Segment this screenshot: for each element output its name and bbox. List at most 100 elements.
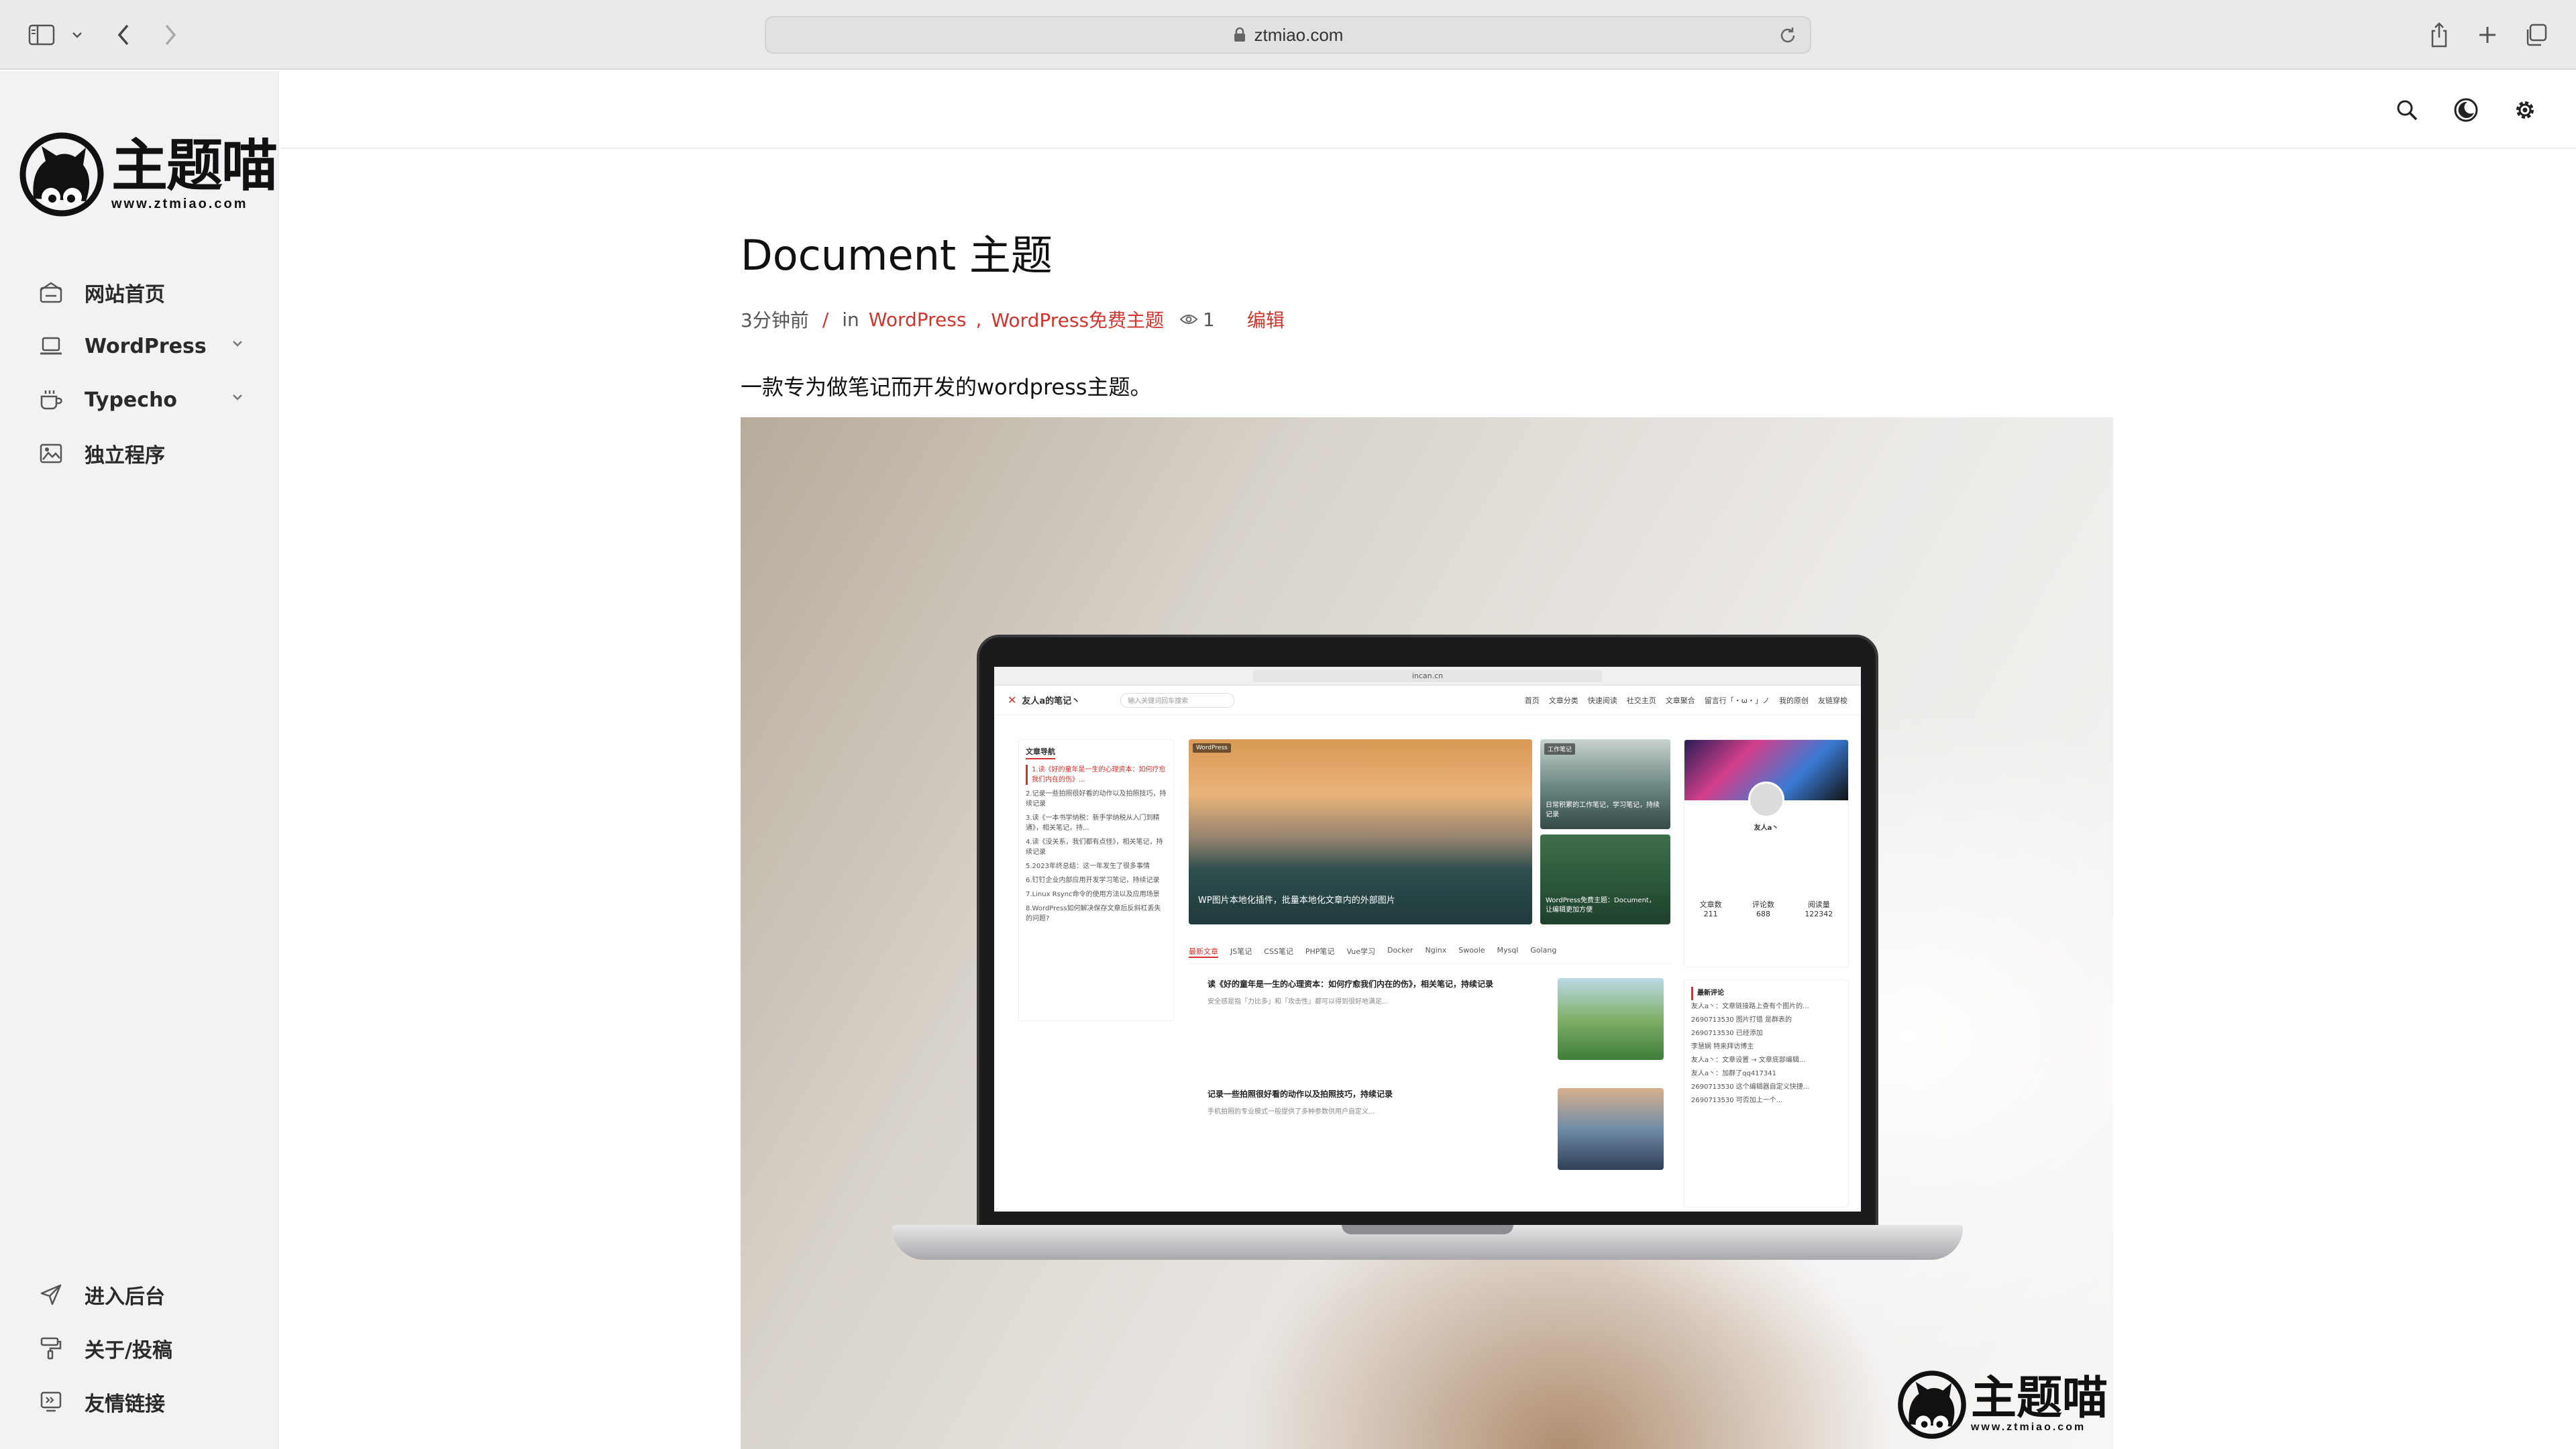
mini-tab: Nginx	[1425, 946, 1447, 955]
article-meta: 3分钟前 / in WordPress , WordPress免费主题 1 编辑	[741, 306, 2116, 333]
featured-image: incan.cn ✕ 友人a的笔记丶 输入关键词回车搜索 首页 文章分类 快速阅…	[741, 417, 2113, 1449]
category-separator: ,	[975, 308, 982, 331]
search-icon[interactable]	[2391, 94, 2423, 126]
back-icon[interactable]	[109, 17, 138, 52]
mini-feature-tag: WordPress	[1193, 743, 1231, 753]
laptop-base	[892, 1225, 1963, 1260]
mini-menu-item: 首页	[1524, 696, 1540, 705]
sidebar-item-standalone[interactable]: 独立程序	[0, 427, 279, 480]
mini-brand: ✕ 友人a的笔记丶	[1008, 694, 1080, 706]
browser-toolbar: ztmiao.com	[0, 0, 2576, 70]
site-logo[interactable]: 主题喵 www.ztmiao.com	[19, 131, 278, 217]
mini-stat-label: 评论数	[1752, 900, 1774, 909]
dark-mode-icon[interactable]	[2450, 94, 2482, 126]
laptop-screen: incan.cn ✕ 友人a的笔记丶 输入关键词回车搜索 首页 文章分类 快速阅…	[994, 667, 1861, 1212]
sidebar-item-about[interactable]: 关于/投稿	[0, 1322, 279, 1375]
mini-tab: 最新文章	[1189, 946, 1218, 958]
meta-separator: /	[822, 308, 829, 331]
mini-tab: Golang	[1530, 946, 1557, 955]
address-bar[interactable]: ztmiao.com	[765, 16, 1811, 54]
sidebar-item-typecho[interactable]: Typecho	[0, 373, 279, 427]
top-bar	[280, 71, 2576, 149]
sidebar-item-links[interactable]: 友情链接	[0, 1375, 279, 1429]
mini-post-thumb	[1558, 978, 1664, 1060]
settings-icon[interactable]	[2509, 94, 2541, 126]
sidebar-item-label: 网站首页	[85, 283, 165, 307]
mini-menu-item: 留言行「・ω・」ノ	[1704, 696, 1770, 705]
post-time: 3分钟前	[741, 309, 809, 331]
sidebar-item-label: WordPress	[85, 334, 207, 358]
reload-icon[interactable]	[1778, 25, 1798, 46]
mini-url: incan.cn	[1253, 669, 1602, 682]
mini-post-excerpt: 手机拍照的专业模式一般提供了多种参数供用户自定义...	[1208, 1108, 1375, 1116]
mini-comments-title: 最新评论	[1691, 987, 1841, 1000]
image-icon	[39, 441, 63, 466]
category-link-wordpress[interactable]: WordPress	[869, 309, 967, 331]
chevron-down-icon[interactable]	[67, 17, 87, 52]
mini-comment: 友人a丶：文章设置 → 文章底部编辑...	[1691, 1057, 1806, 1064]
mini-site-header: ✕ 友人a的笔记丶 输入关键词回车搜索 首页 文章分类 快速阅读 社交主页 文章…	[994, 686, 1861, 715]
mini-nav-item: 1.读《好的童年是一生的心理资本：如何疗愈我们内在的伤》...	[1026, 764, 1167, 785]
mini-nav-item: 3.读《一本书学纳税：新手学纳税从入门到精通》，相关笔记，持...	[1026, 814, 1160, 832]
mini-post: 读《好的童年是一生的心理资本：如何疗愈我们内在的伤》，相关笔记，持续记录 安全感…	[1208, 978, 1670, 1060]
mini-post-title: 读《好的童年是一生的心理资本：如何疗愈我们内在的伤》，相关笔记，持续记录	[1208, 979, 1494, 989]
lock-icon	[1233, 27, 1246, 43]
mini-stat: 评论数 688	[1752, 899, 1774, 918]
mini-tab: CSS笔记	[1264, 947, 1293, 956]
mini-tile-caption: 日常积累的工作笔记，学习笔记，持续记录	[1546, 802, 1660, 818]
sidebar-item-admin[interactable]: 进入后台	[0, 1268, 279, 1322]
chevron-down-icon[interactable]	[231, 392, 244, 405]
mini-stat-value: 211	[1703, 910, 1718, 918]
mini-menu-item: 社交主页	[1626, 696, 1656, 705]
sidebar-item-label: 进入后台	[85, 1285, 165, 1309]
mini-comment: 友人a丶：文章链接路上查有个图片的...	[1691, 1003, 1809, 1010]
mini-search: 输入关键词回车搜索	[1120, 692, 1235, 708]
mini-comment: 2690713530 可否加上一个...	[1691, 1097, 1783, 1104]
mini-post-title: 记录一些拍照很好看的动作以及拍照技巧，持续记录	[1208, 1089, 1393, 1099]
share-icon[interactable]	[2423, 17, 2455, 52]
mini-menu-item: 我的原创	[1779, 696, 1809, 705]
mini-stat: 文章数 211	[1700, 899, 1722, 918]
mini-profile-name: 友人a丶	[1754, 824, 1779, 832]
sidebar-item-label: Typecho	[85, 388, 178, 412]
mini-tile-tag: 工作笔记	[1544, 743, 1576, 755]
new-tab-icon[interactable]	[2471, 17, 2504, 52]
mini-stat-label: 阅读量	[1807, 900, 1830, 909]
mini-comment: 友人a丶：加群了qq417341	[1691, 1070, 1776, 1077]
laptop-icon	[39, 334, 63, 358]
mini-stat-value: 122342	[1805, 910, 1833, 918]
paint-roller-icon	[39, 1336, 63, 1360]
mini-post-excerpt: 安全感是指「力比多」和「攻击性」都可以得到很好地满足...	[1208, 998, 1389, 1006]
tab-overview-icon[interactable]	[2520, 17, 2552, 52]
in-label: in	[842, 308, 859, 331]
mini-profile-card: 友人a丶 文章数 211 评论数 688 阅读量 122342	[1684, 739, 1849, 967]
mini-nav-item: 5.2023年终总结：这一年发生了很多事情	[1026, 862, 1150, 870]
link-card-icon	[39, 1390, 63, 1414]
category-link-free-theme[interactable]: WordPress免费主题	[991, 306, 1164, 333]
mini-article-nav: 文章导航 1.读《好的童年是一生的心理资本：如何疗愈我们内在的伤》... 2.记…	[1018, 739, 1174, 1021]
sidebar-item-label: 关于/投稿	[85, 1339, 172, 1362]
page-title: Document 主题	[741, 231, 1053, 280]
sidebar-item-wordpress[interactable]: WordPress	[0, 319, 279, 373]
mini-post: 记录一些拍照很好看的动作以及拍照技巧，持续记录 手机拍照的专业模式一般提供了多种…	[1208, 1088, 1670, 1170]
mini-menu-item: 友链穿梭	[1818, 696, 1847, 705]
sidebar-toggle-icon[interactable]	[25, 17, 58, 52]
sidebar-item-label: 独立程序	[85, 444, 165, 468]
eye-icon	[1180, 315, 1198, 324]
laptop-notch	[1342, 1225, 1513, 1234]
edit-link[interactable]: 编辑	[1247, 306, 1285, 333]
mini-nav-item: 8.WordPress如何解决保存文章后反斜杠丢失的问题?	[1026, 904, 1161, 922]
mini-tab: Vue学习	[1346, 947, 1375, 956]
chevron-down-icon[interactable]	[231, 338, 244, 351]
sidebar-item-home[interactable]: 网站首页	[0, 266, 279, 319]
mini-stat-label: 文章数	[1699, 900, 1722, 909]
sidebar-item-label: 友情链接	[85, 1393, 165, 1416]
avatar	[1748, 782, 1784, 818]
mini-feature-card: WordPress WP图片本地化插件，批量本地化文章内的外部图片	[1189, 739, 1532, 924]
send-icon	[39, 1283, 63, 1307]
forward-icon[interactable]	[156, 17, 185, 52]
mini-stat-value: 688	[1756, 910, 1770, 918]
mini-nav-item: 2.记录一些拍照很好看的动作以及拍照技巧，持续记录	[1026, 790, 1167, 808]
mini-post-thumb	[1558, 1088, 1664, 1170]
mini-tile: 工作笔记 日常积累的工作笔记，学习笔记，持续记录	[1540, 739, 1670, 829]
